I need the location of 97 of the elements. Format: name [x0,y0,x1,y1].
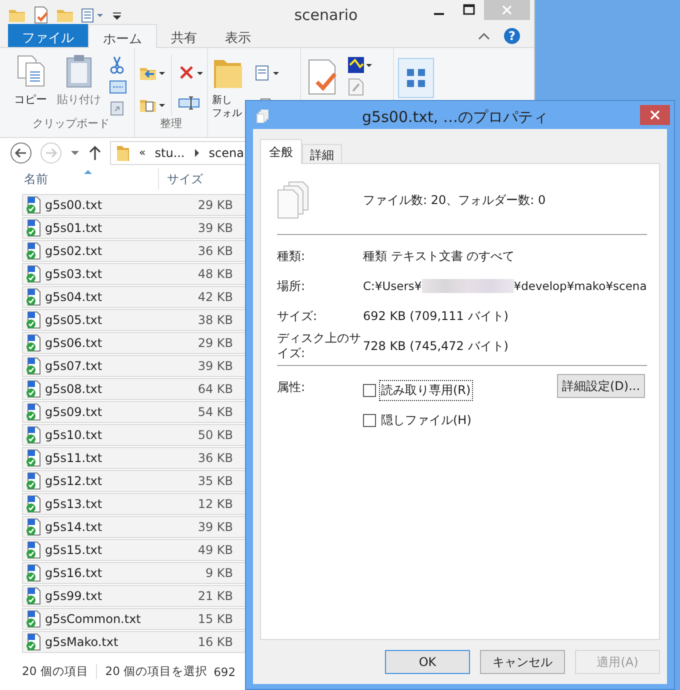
property-label: 場所: [277,278,306,294]
file-size: 42 KB [196,290,233,304]
dialog-title: g5s00.txt, …のプロパティ [362,107,548,127]
collapse-caret-icon[interactable] [478,30,490,41]
advanced-button[interactable]: 詳細設定(D)... [557,374,645,398]
file-name: g5s05.txt [44,313,104,328]
checkbox[interactable] [363,414,376,427]
file-name: g5s14.txt [44,520,104,534]
dialog-button[interactable]: キャンセル [480,650,565,674]
overflow-chevron[interactable]: « [139,146,146,160]
group-label: 整理 [159,116,183,132]
group-label: クリップボード [32,116,110,132]
close-icon[interactable] [640,105,670,125]
property-label: 種類: [277,248,306,264]
file-size: 36 KB [196,451,233,466]
new-folder-button[interactable]: 新し フォル [212,54,244,138]
file-size: 48 KB [196,267,233,282]
clipboard-icon [65,54,93,88]
file-name: g5s00.txt [44,198,104,212]
file-size: 39 KB [196,359,233,374]
property-label: ディスク上のサイズ: [277,331,362,361]
property-label: 属性: [277,380,306,395]
shortcut-paste-icon[interactable] [109,100,125,116]
file-name: g5s13.txt [44,497,104,512]
file-size: 29 KB [196,198,233,212]
file-size: 36 KB [196,244,233,258]
new-item-icon[interactable] [254,64,280,82]
file-count-text: ファイル数: 20、フォルダー数: 0 [363,192,546,208]
file-size: 15 KB [196,612,233,626]
file-name: g5s12.txt [44,474,104,488]
sort-arrow-icon [84,168,92,174]
file-name: g5s99.txt [44,589,104,604]
property-value: 728 KB (745,472 バイト) [363,338,508,354]
documents-icon [277,181,309,219]
property-label: サイズ: [277,308,318,324]
document-check-icon[interactable] [32,6,50,24]
path-text: ¥develop¥mako¥scena [514,279,647,293]
window-title: scenario [293,5,359,24]
file-name: g5s10.txt [44,428,104,442]
status-text: 20 個の項目を選択 [105,664,208,680]
file-name: g5s16.txt [44,566,104,580]
file-size: 49 KB [196,543,233,558]
file-name: g5s04.txt [44,290,104,304]
breadcrumb[interactable]: stu... [154,146,185,160]
tab[interactable]: 全般 [260,139,302,164]
path-copy-icon[interactable] [109,80,127,94]
ribbon-tab[interactable]: 共有 [157,24,211,48]
back-icon[interactable] [10,142,32,164]
paste-button[interactable]: 貼り付け [55,54,103,116]
property-value: 種類 テキスト文書 のすべて [363,248,515,264]
file-size: 12 KB [196,497,233,512]
status-text: 692 [214,664,236,679]
ribbon-tab[interactable]: ホーム [88,24,157,48]
file-size: 50 KB [196,428,233,442]
status-text: 20 個の項目 [22,664,98,680]
document-dropdown-icon[interactable] [80,6,106,24]
file-size: 39 KB [196,520,233,534]
file-tab[interactable]: ファイル [8,24,88,48]
file-size: 21 KB [196,589,233,604]
file-size: 29 KB [196,336,233,350]
file-name: g5s09.txt [44,405,104,420]
file-size: 64 KB [196,382,233,396]
path-text: C:¥Users¥ [363,279,422,293]
file-name: g5sCommon.txt [44,612,142,626]
checkbox-label[interactable]: 読み取り専用(R) [379,380,473,401]
property-value: 692 KB (709,111 バイト) [363,308,508,324]
file-name: g5s03.txt [44,267,104,282]
dialog-button[interactable]: OK [385,650,470,674]
column-header[interactable]: 名前 [24,170,158,188]
file-size: 16 KB [196,635,233,650]
file-name: g5s11.txt [44,451,104,466]
file-size: 9 KB [204,566,233,580]
file-name: g5s15.txt [44,543,104,558]
file-name: g5s02.txt [44,244,104,258]
tab[interactable]: 詳細 [302,144,342,163]
documents-icon [256,109,270,123]
file-size: 38 KB [196,313,233,328]
breadcrumb-arrow-icon[interactable] [194,148,200,158]
copy-icon [16,54,46,88]
checkbox[interactable] [363,384,376,397]
folder-icon [116,144,130,162]
file-size: 54 KB [196,405,233,420]
file-name: g5sMako.txt [44,635,120,650]
scissors-icon[interactable] [109,56,125,74]
ribbon-tab[interactable]: 表示 [211,24,265,48]
file-name: g5s07.txt [44,359,104,374]
file-name: g5s01.txt [44,221,104,236]
checkbox-label[interactable]: 隠しファイル(H) [379,410,474,431]
help-icon[interactable]: ? [504,28,520,44]
file-name: g5s06.txt [44,336,104,350]
file-name: g5s08.txt [44,382,104,396]
file-size: 39 KB [196,221,233,236]
select-grid-icon[interactable] [398,58,434,98]
copy-button[interactable]: コピー [12,54,49,116]
file-size: 35 KB [196,474,233,488]
rename-icon[interactable] [178,96,200,110]
breadcrumb[interactable]: scena [208,146,244,160]
